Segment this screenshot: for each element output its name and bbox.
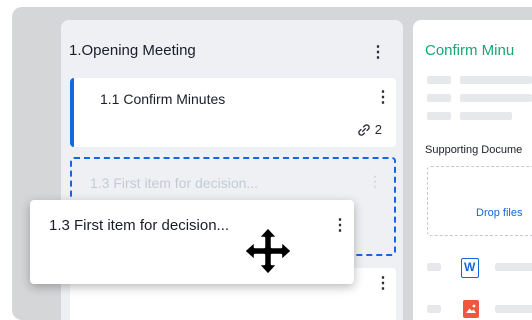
skeleton-bar	[427, 112, 451, 120]
word-file-letter: W	[464, 260, 476, 274]
skeleton-bar	[460, 76, 532, 84]
image-glyph-icon	[466, 304, 476, 313]
skeleton-bar	[460, 94, 532, 102]
dragging-card-title: 1.3 First item for decision...	[49, 217, 230, 234]
panel-title: Confirm Minu	[425, 42, 515, 59]
selected-accent-bar	[70, 78, 74, 147]
skeleton-bar	[495, 263, 532, 271]
skeleton-bar	[427, 305, 441, 313]
placeholder-menu-icon: ⋮	[368, 173, 382, 189]
detail-panel: Confirm Minu Supporting Docume Drop file…	[413, 20, 532, 320]
supporting-documents-label: Supporting Docume	[425, 144, 523, 156]
card-menu-icon[interactable]: ⋮	[375, 88, 391, 108]
skeleton-bar	[427, 263, 441, 271]
skeleton-bar	[460, 112, 512, 120]
image-file-icon[interactable]	[463, 300, 479, 318]
link-count-value: 2	[374, 122, 382, 137]
skeleton-bar	[427, 94, 451, 102]
column-menu-icon[interactable]: ⋮	[370, 43, 386, 63]
placeholder-title: 1.3 First item for decision...	[90, 175, 259, 191]
link-icon	[358, 123, 370, 136]
skeleton-bar	[427, 76, 451, 84]
move-cursor-icon	[242, 225, 294, 277]
link-count[interactable]: 2	[357, 122, 382, 137]
file-dropzone[interactable]: Drop files	[427, 166, 532, 236]
agenda-card[interactable]: 1.1 Confirm Minutes ⋮ 2	[70, 78, 396, 147]
drop-files-text: Drop files	[476, 207, 523, 219]
word-file-icon[interactable]: W	[461, 258, 479, 278]
skeleton-bar	[495, 305, 532, 313]
column-title: 1.Opening Meeting	[69, 42, 196, 59]
card-menu-icon[interactable]: ⋮	[332, 216, 348, 236]
card-menu-icon[interactable]: ⋮	[375, 274, 391, 294]
dragging-agenda-card[interactable]: 1.3 First item for decision... ⋮	[30, 200, 354, 284]
agenda-card-title: 1.1 Confirm Minutes	[100, 91, 226, 107]
